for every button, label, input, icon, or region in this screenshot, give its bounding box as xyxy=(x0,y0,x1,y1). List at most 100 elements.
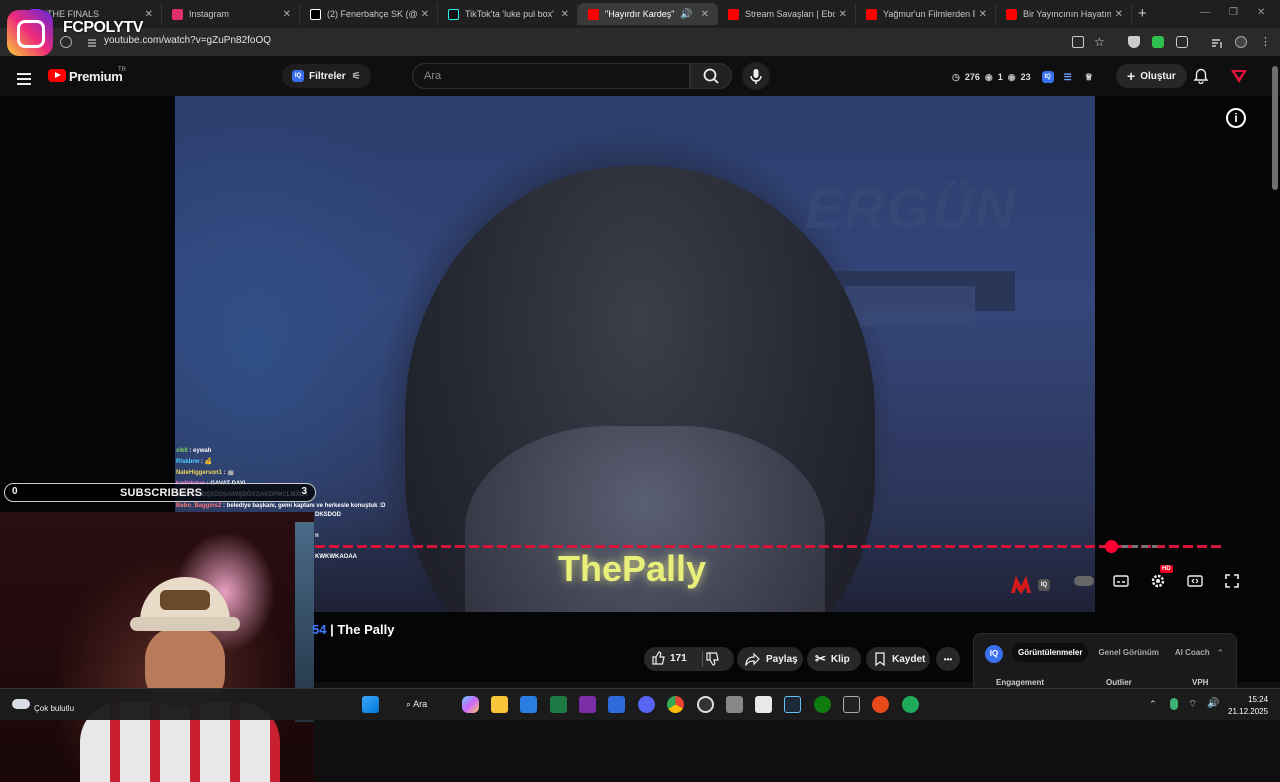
speaker-icon[interactable]: 🔊 xyxy=(680,9,692,20)
page-scrollbar[interactable] xyxy=(1272,66,1278,190)
close-icon[interactable]: ✕ xyxy=(701,9,709,20)
fullscreen-icon[interactable] xyxy=(1225,574,1245,588)
youtube-header: Premium TR IQ Filtreler ⚟ Ara ◷ 276 ◉ 1 … xyxy=(0,56,1280,96)
close-icon[interactable]: ✕ xyxy=(283,9,291,20)
tab-label: Instagram xyxy=(189,9,230,19)
chat-text: KWKWKAOAA xyxy=(315,554,357,560)
close-icon[interactable]: ✕ xyxy=(979,9,987,20)
chrome-icon[interactable] xyxy=(667,696,684,713)
trophy-icon[interactable]: ♕ xyxy=(1085,72,1093,83)
like-button[interactable] xyxy=(652,651,666,668)
onenote-icon[interactable] xyxy=(579,696,596,713)
channel-logo-icon[interactable] xyxy=(1010,574,1031,594)
theater-icon[interactable] xyxy=(1187,574,1207,588)
browser-tab[interactable]: TikTok'ta 'luke pul box' bu ✕ xyxy=(438,3,578,25)
youtube-premium-logo[interactable]: Premium xyxy=(69,69,123,84)
profile-avatar-icon[interactable] xyxy=(1235,36,1247,48)
browser-tab-active[interactable]: "Hayırdır Kardeş" Kick 🔊 ✕ xyxy=(578,3,718,25)
window-close-icon[interactable]: ✕ xyxy=(1257,7,1265,18)
chat-username: NateHiggerson1 xyxy=(176,470,223,476)
panel-tab-ai-coach[interactable]: AI Coach xyxy=(1169,643,1216,662)
notepad-icon[interactable] xyxy=(608,696,625,713)
tab-label: Bir Yayıncının Hayatını 7 G xyxy=(1023,9,1111,19)
search-input[interactable]: Ara xyxy=(412,63,690,89)
progress-scrubber-handle[interactable] xyxy=(1105,540,1118,553)
bell-icon[interactable] xyxy=(1193,68,1209,89)
media-control-icon[interactable] xyxy=(1211,36,1223,48)
puzzle-extensions-icon[interactable] xyxy=(1176,36,1188,48)
new-tab-button[interactable]: + xyxy=(1138,5,1147,22)
voice-search-button[interactable] xyxy=(742,62,770,90)
panel-tab-views[interactable]: Görüntülenmeler xyxy=(1012,643,1089,662)
close-icon[interactable]: ✕ xyxy=(421,9,429,20)
browser-tab[interactable]: Bir Yayıncının Hayatını 7 G ✕ xyxy=(996,3,1132,25)
cast-icon[interactable] xyxy=(1072,36,1084,48)
iq-extension-icon: IQ xyxy=(985,645,1003,663)
plus-icon: + xyxy=(1127,68,1136,84)
system-clock[interactable]: 15:24 21.12.2025 xyxy=(1228,694,1268,718)
restore-icon[interactable]: ❐ xyxy=(1229,7,1238,18)
snipping-tool-icon[interactable] xyxy=(755,696,772,713)
calculator-icon[interactable] xyxy=(726,696,743,713)
discord-icon[interactable] xyxy=(638,696,655,713)
iq-extension-icon[interactable]: IQ xyxy=(1041,71,1054,83)
filters-button[interactable]: IQ Filtreler ⚟ xyxy=(282,64,371,88)
game-launcher-icon[interactable] xyxy=(872,696,889,713)
close-icon[interactable]: ✕ xyxy=(145,9,153,20)
progress-bar-played[interactable] xyxy=(315,545,1225,548)
share-button[interactable]: Paylaş xyxy=(737,647,803,671)
shield-extension-icon[interactable] xyxy=(1128,36,1140,48)
dislike-button[interactable] xyxy=(706,652,720,669)
autoplay-toggle[interactable] xyxy=(1074,576,1094,586)
app-icon[interactable] xyxy=(697,696,714,713)
site-info-icon[interactable] xyxy=(86,36,98,48)
collapse-chevron-icon[interactable]: ⌃ xyxy=(1216,648,1224,659)
panel-tab-overview[interactable]: Genel Görünüm xyxy=(1092,643,1164,662)
close-icon[interactable]: ✕ xyxy=(839,9,847,20)
info-icon[interactable]: i xyxy=(1226,108,1246,128)
close-icon[interactable]: ✕ xyxy=(561,9,569,20)
store-icon[interactable] xyxy=(520,696,537,713)
stat-likes: 1 xyxy=(997,72,1003,82)
menu-icon[interactable] xyxy=(17,70,31,88)
steam-icon[interactable] xyxy=(784,696,801,713)
tray-chevron-icon[interactable]: ⌃ xyxy=(1149,699,1157,710)
start-windows-icon[interactable] xyxy=(362,696,379,713)
xbox-icon[interactable] xyxy=(814,696,831,713)
streamer-cap-bill xyxy=(130,617,240,631)
close-icon[interactable]: ✕ xyxy=(1115,9,1123,20)
kebab-menu-icon[interactable]: ⋮ xyxy=(1260,36,1272,48)
stat-views: 276 xyxy=(964,72,980,82)
copilot-icon[interactable] xyxy=(462,696,479,713)
browser-tab[interactable]: Stream Savaşları | Ebo x U ✕ xyxy=(718,3,856,25)
volume-icon[interactable]: 🔊 xyxy=(1207,698,1219,709)
captions-icon[interactable] xyxy=(1113,574,1133,588)
bookmark-star-icon[interactable]: ☆ xyxy=(1094,36,1106,48)
green-extension-icon[interactable] xyxy=(1152,36,1164,48)
weather-text[interactable]: Çok bulutlu xyxy=(34,704,74,713)
network-icon[interactable]: ⌔ xyxy=(1188,698,1197,711)
settings-icon[interactable] xyxy=(1150,573,1170,588)
file-explorer-icon[interactable] xyxy=(491,696,508,713)
reload-icon[interactable] xyxy=(60,36,72,48)
app-icon[interactable] xyxy=(902,696,919,713)
more-actions-button[interactable]: ••• xyxy=(936,647,960,671)
save-button[interactable]: Kaydet xyxy=(866,647,930,671)
epic-games-icon[interactable] xyxy=(843,696,860,713)
mic-tray-icon[interactable] xyxy=(1170,698,1178,710)
list-icon[interactable]: ☰ xyxy=(1064,72,1072,83)
excel-icon[interactable] xyxy=(550,696,567,713)
video-caption-overlay: ThePally xyxy=(558,548,707,589)
browser-tab[interactable]: Yağmur'un Filmlerden Fa ✕ xyxy=(856,3,996,25)
iq-extension-icon[interactable]: IQ xyxy=(1038,573,1058,591)
browser-tab[interactable]: Instagram ✕ xyxy=(162,3,300,25)
search-button[interactable] xyxy=(690,63,732,89)
clip-button[interactable]: ✂ Klip xyxy=(807,647,861,671)
taskbar-search[interactable]: ⌕ Ara xyxy=(406,699,427,710)
progress-bar-remaining[interactable] xyxy=(1112,545,1157,548)
minimize-icon[interactable]: — xyxy=(1200,7,1210,18)
youtube-logo-icon[interactable] xyxy=(48,69,66,82)
create-button[interactable]: + Oluştur xyxy=(1116,64,1187,88)
browser-tab[interactable]: (2) Fenerbahçe SK (@Fen ✕ xyxy=(300,3,438,25)
avatar[interactable] xyxy=(1230,68,1248,89)
